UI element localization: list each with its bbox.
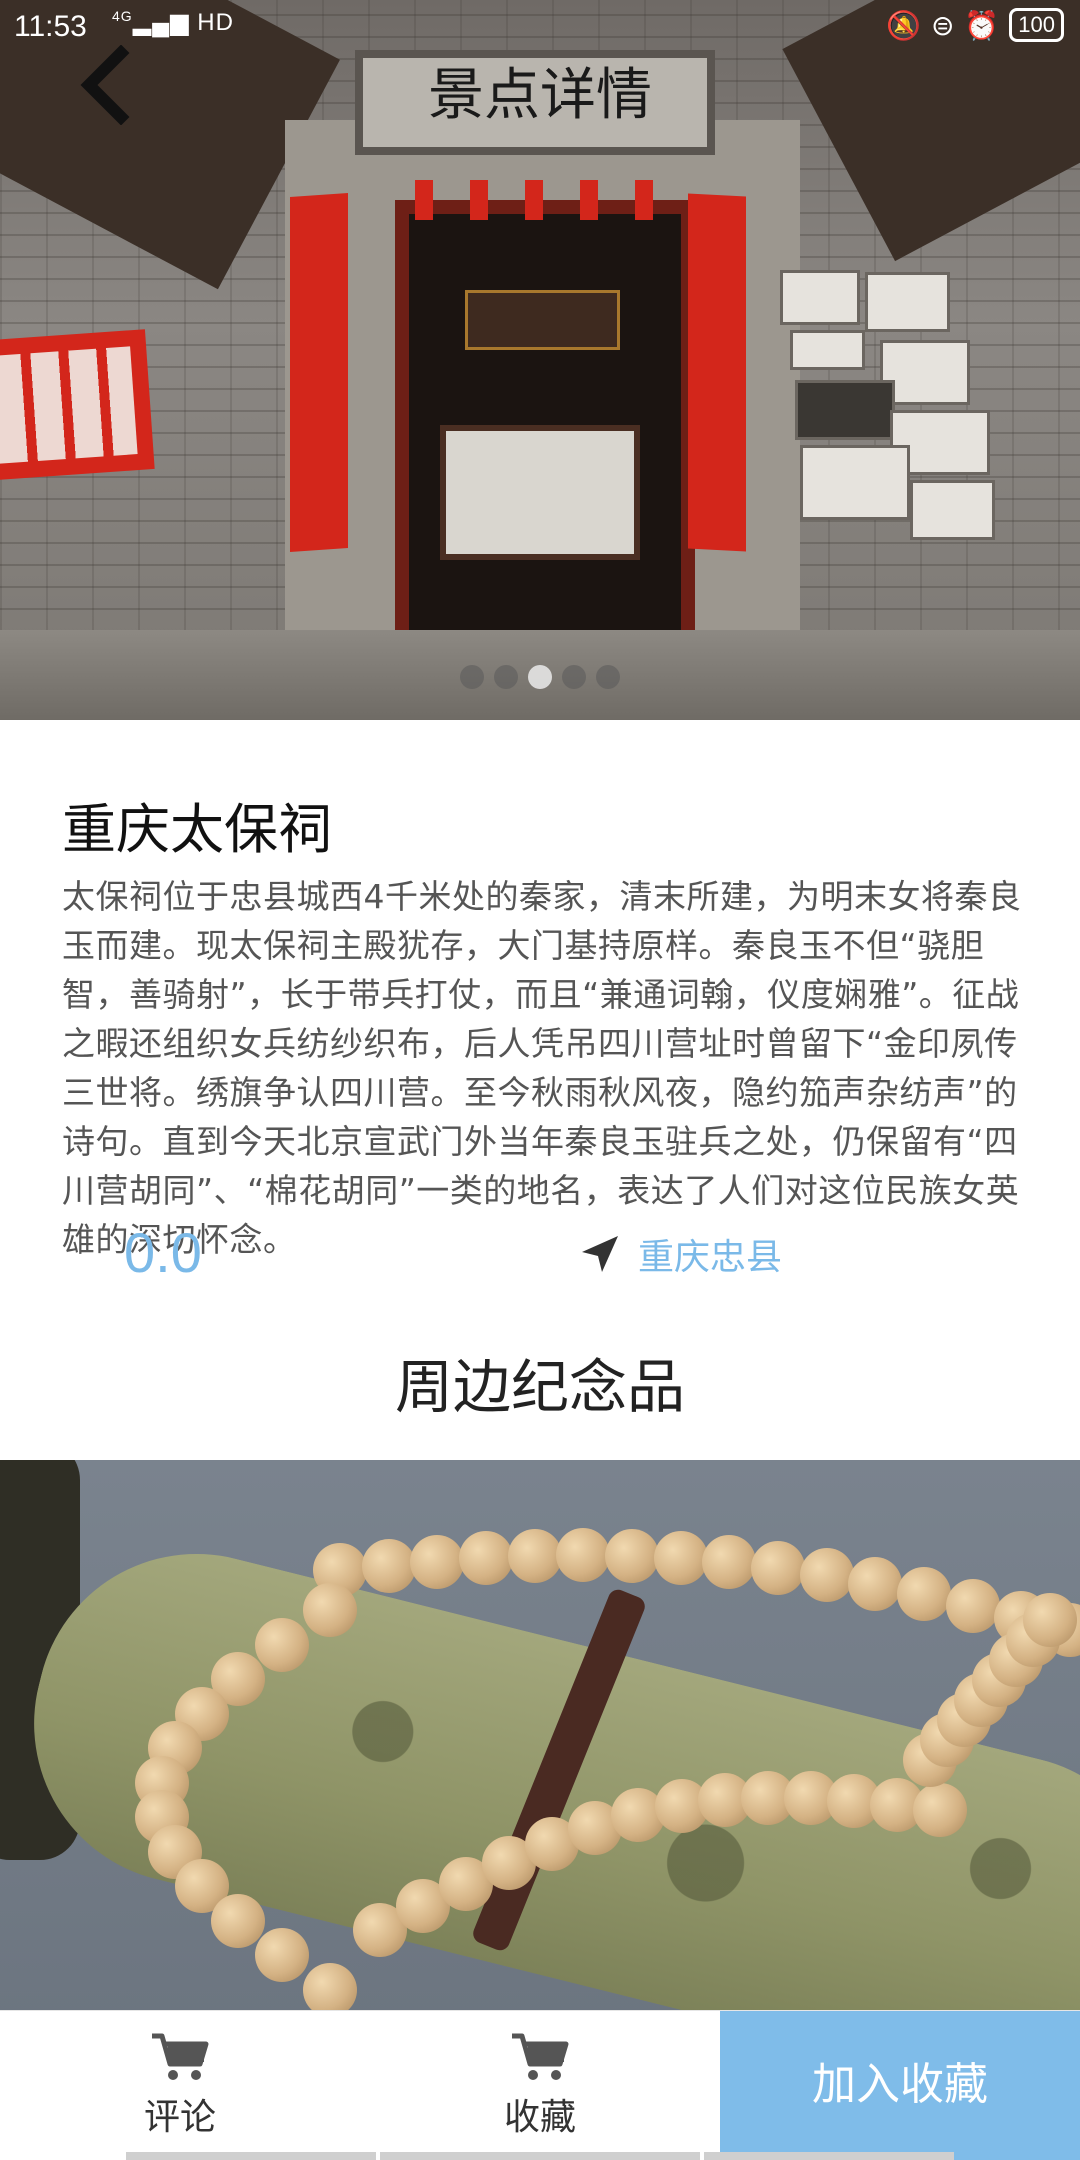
- nav-indicator: [380, 2152, 700, 2160]
- photo-info-board: [440, 425, 640, 560]
- souvenir-bead: [751, 1540, 805, 1595]
- souvenir-section-title: 周边纪念品: [394, 1353, 685, 1421]
- carousel-dot-active[interactable]: [528, 665, 552, 689]
- photo-sign: [865, 272, 950, 332]
- souvenir-bead: [848, 1557, 903, 1612]
- bottom-action-bar: 评论 收藏 加入收藏: [0, 2010, 1080, 2160]
- photo-door-sign: [465, 290, 620, 350]
- comment-label: 评论: [143, 2097, 216, 2138]
- battery-level: 100: [1018, 12, 1055, 37]
- carousel-dot[interactable]: [494, 665, 518, 689]
- souvenir-bead: [897, 1567, 951, 1622]
- souvenir-bead: [255, 1928, 310, 1983]
- cart-icon: [512, 2033, 569, 2080]
- souvenir-bead: [799, 1548, 854, 1603]
- carousel-dot[interactable]: [596, 665, 620, 689]
- souvenir-bead: [507, 1529, 562, 1584]
- status-icons: 🔕 ⊜ ⏰ 100: [886, 8, 1064, 42]
- photo-sign: [780, 270, 860, 325]
- souvenir-bead: [410, 1534, 465, 1589]
- carousel-dot[interactable]: [460, 665, 484, 689]
- souvenir-bead: [1023, 1593, 1077, 1647]
- photo-sign: [800, 445, 910, 520]
- souvenir-bead: [361, 1538, 416, 1593]
- cart-icon: [152, 2033, 209, 2080]
- navigation-arrow-icon: [582, 1236, 618, 1272]
- network-type: 4G: [112, 8, 133, 24]
- collect-label: 收藏: [503, 2097, 576, 2138]
- collect-button[interactable]: 收藏: [440, 2011, 640, 2160]
- add-to-favorites-button[interactable]: 加入收藏: [720, 2011, 1080, 2160]
- souvenir-bead: [303, 1583, 357, 1637]
- souvenir-image[interactable]: [0, 1460, 1080, 2020]
- spot-location[interactable]: 重庆忠县: [580, 1228, 782, 1280]
- nav-indicator: [704, 2152, 954, 2160]
- hd-label: HD: [197, 9, 234, 36]
- photo-red-board: [0, 329, 155, 481]
- souvenir-bead: [556, 1528, 611, 1583]
- photo-couplet-right: [688, 193, 746, 552]
- location-label: 重庆忠县: [638, 1237, 783, 1278]
- page-title: 景点详情: [428, 63, 652, 128]
- comment-button[interactable]: 评论: [80, 2011, 280, 2160]
- nav-indicator: [126, 2152, 376, 2160]
- souvenir-bead: [211, 1893, 266, 1948]
- photo-sign: [795, 380, 895, 440]
- souvenir-bead: [459, 1531, 513, 1586]
- lock-icon: ⊜: [930, 9, 955, 41]
- souvenir-bead: [702, 1535, 757, 1590]
- souvenir-bead: [605, 1528, 659, 1583]
- souvenir-bead: [913, 1783, 967, 1837]
- spot-name: 重庆太保祠: [62, 798, 332, 861]
- photo-sign: [910, 480, 995, 540]
- battery-icon: 100: [1009, 8, 1064, 42]
- status-bar: 11:53 4G▂▄▆ HD 🔕 ⊜ ⏰ 100: [0, 0, 1080, 56]
- souvenir-bead: [945, 1578, 1000, 1633]
- add-to-favorites-label: 加入收藏: [812, 2059, 988, 2110]
- carousel-indicator: [460, 665, 620, 689]
- spot-description: 太保祠位于忠县城西4千米处的秦家，清末所建，为明末女将秦良玉而建。现太保祠主殿犹…: [62, 877, 1022, 1259]
- photo-couplet-left: [290, 192, 348, 553]
- souvenir-bead: [255, 1617, 310, 1672]
- signal-icon: 4G▂▄▆ HD: [112, 8, 234, 36]
- photo-sign: [790, 330, 865, 370]
- souvenir-bead: [303, 1963, 357, 2017]
- carousel-dot[interactable]: [562, 665, 586, 689]
- mute-bell-icon: 🔕: [886, 9, 921, 41]
- alarm-icon: ⏰: [964, 9, 1000, 41]
- souvenir-bead: [653, 1531, 708, 1586]
- spot-rating: 0.0: [124, 1221, 202, 1284]
- status-time: 11:53: [14, 10, 87, 43]
